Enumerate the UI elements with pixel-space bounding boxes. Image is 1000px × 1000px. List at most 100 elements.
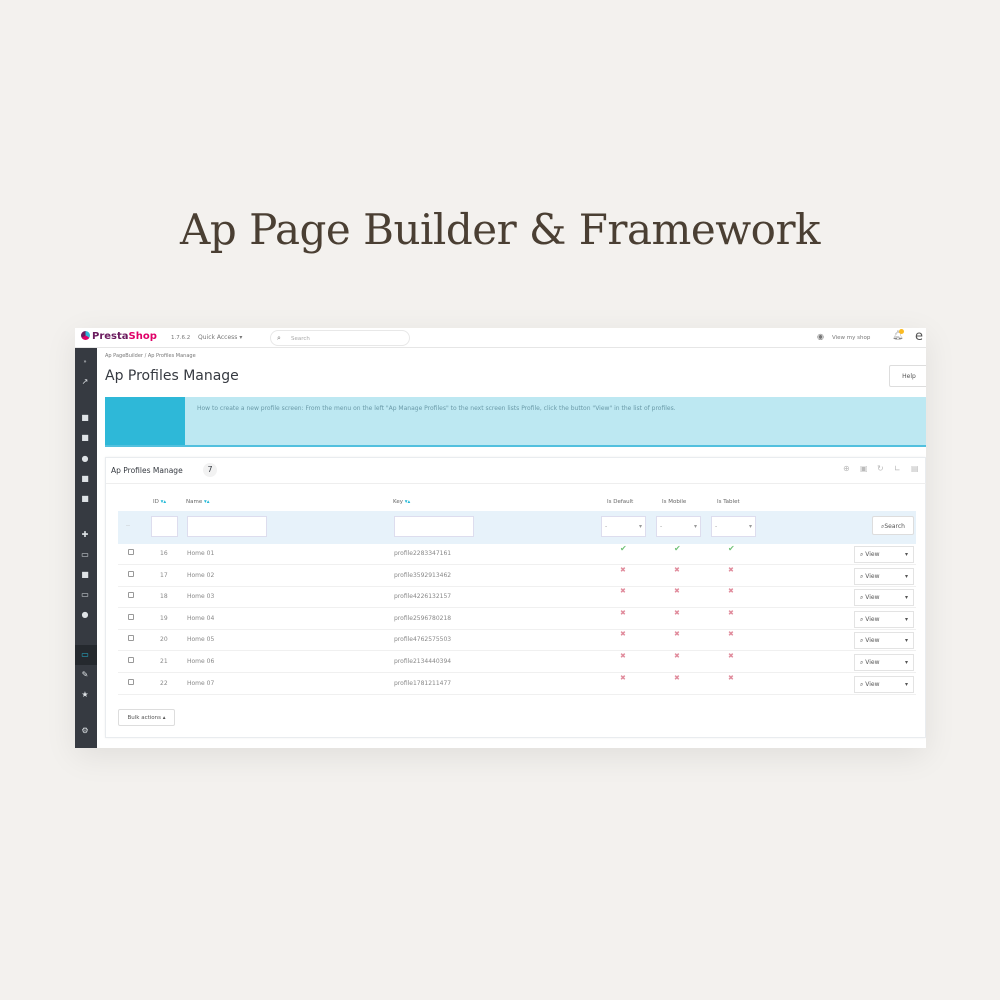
messages-icon[interactable]: ■ — [80, 475, 90, 483]
top-bar: PrestaShop 1.7.6.2 Quick Access ▾ ⌕ Searc… — [75, 328, 926, 348]
sql-icon[interactable]: ∟ — [894, 464, 901, 473]
chevron-down-icon[interactable]: ▾ — [905, 681, 908, 688]
payment-icon[interactable]: ▭ — [80, 591, 90, 599]
table-row: 18 Home 03 profile4226132157 ✖ ✖ ✖ ⌕ Vie… — [118, 587, 916, 609]
info-banner: How to create a new profile screen: From… — [105, 397, 926, 447]
filter-row: -- - ▾ - ▾ - ▾ ⌕Search — [118, 511, 916, 544]
check-icon: ✔ — [728, 544, 735, 553]
shipping-icon[interactable]: ■ — [80, 571, 90, 579]
view-button[interactable]: ⌕ View ▾ — [854, 654, 914, 671]
orders-icon[interactable]: ■ — [80, 414, 90, 422]
row-checkbox[interactable] — [128, 613, 134, 620]
row-name: Home 03 — [187, 593, 215, 601]
view-button[interactable]: ⌕ View ▾ — [854, 589, 914, 607]
info-icon-block — [105, 397, 185, 445]
collapse-icon[interactable]: » — [80, 358, 90, 366]
chevron-down-icon[interactable]: ▾ — [905, 594, 908, 601]
filter-name-input[interactable] — [187, 516, 267, 537]
row-id: 18 — [160, 593, 168, 601]
chevron-down-icon[interactable]: ▾ — [905, 551, 908, 558]
cross-icon: ✖ — [728, 565, 734, 574]
trash-icon[interactable]: ▤ — [911, 464, 919, 473]
international-icon[interactable]: ● — [80, 611, 90, 619]
refresh-icon[interactable]: ↻ — [877, 464, 884, 473]
chevron-down-icon[interactable]: ▾ — [905, 659, 908, 666]
quick-access-menu[interactable]: Quick Access ▾ — [198, 334, 242, 341]
employee-avatar[interactable]: e — [915, 329, 923, 344]
profiles-panel: Ap Profiles Manage 7 ⊕ ▣ ↻ ∟ ▤ ID ▾▴ Nam… — [105, 457, 926, 738]
row-checkbox[interactable] — [128, 592, 134, 599]
page-title: Ap Profiles Manage — [105, 368, 239, 384]
prestashop-logo[interactable]: PrestaShop — [81, 331, 157, 342]
row-key: profile4762575503 — [394, 636, 452, 644]
view-button[interactable]: ⌕ View ▾ — [854, 546, 914, 563]
cross-icon: ✖ — [674, 608, 680, 617]
panel-header: Ap Profiles Manage 7 ⊕ ▣ ↻ ∟ ▤ — [106, 458, 926, 484]
export-icon[interactable]: ▣ — [860, 464, 868, 473]
row-checkbox[interactable] — [128, 570, 134, 577]
sidebar: » ↗ ■ ■ ● ■ ■ ✚ ▭ ■ ▭ ● ▭ ✎ ★ ⚙ — [75, 348, 97, 748]
row-name: Home 02 — [187, 571, 215, 579]
filter-key-input[interactable] — [394, 516, 474, 537]
admin-screenshot: PrestaShop 1.7.6.2 Quick Access ▾ ⌕ Searc… — [75, 328, 926, 748]
view-button[interactable]: ⌕ View ▾ — [854, 567, 914, 585]
sidebar-item-active[interactable]: ▭ — [75, 645, 97, 665]
filter-id-input[interactable] — [151, 516, 178, 537]
table-row: 22 Home 07 profile1781211477 ✖ ✖ ✖ ⌕ Vie… — [118, 674, 916, 695]
row-key: profile4226132157 — [394, 593, 452, 601]
row-id: 16 — [160, 550, 168, 557]
search-input[interactable]: ⌕ Search — [270, 330, 410, 346]
filter-default-select[interactable]: - ▾ — [601, 516, 646, 537]
row-checkbox[interactable] — [128, 635, 134, 642]
cross-icon: ✖ — [728, 587, 734, 596]
view-button[interactable]: ⌕ View ▾ — [854, 675, 914, 693]
cross-icon: ✖ — [728, 673, 734, 682]
bulk-actions-button[interactable]: Bulk actions ▴ — [118, 709, 175, 726]
catalog-icon[interactable]: ■ — [80, 434, 90, 442]
row-name: Home 01 — [187, 550, 215, 557]
pencil-icon[interactable]: ✎ — [80, 671, 90, 679]
row-id: 19 — [160, 614, 168, 622]
cross-icon: ✖ — [620, 608, 626, 617]
customers-icon[interactable]: ● — [80, 455, 90, 463]
row-id: 22 — [160, 679, 168, 687]
search-icon: ⌕ — [277, 334, 281, 342]
row-key: profile1781211477 — [394, 679, 452, 687]
col-id[interactable]: ID ▾▴ — [153, 499, 166, 505]
search-button[interactable]: ⌕Search — [872, 516, 914, 535]
row-checkbox[interactable] — [128, 657, 134, 663]
cross-icon: ✖ — [620, 652, 626, 660]
row-key: profile3592913462 — [394, 571, 452, 579]
view-button[interactable]: ⌕ View ▾ — [854, 610, 914, 628]
main-content: Ap PageBuilder / Ap Profiles Manage Ap P… — [97, 348, 926, 748]
row-name: Home 06 — [187, 658, 215, 665]
col-default: Is Default — [607, 499, 634, 505]
cross-icon: ✖ — [674, 565, 680, 574]
chevron-down-icon[interactable]: ▾ — [905, 616, 908, 623]
view-shop-link[interactable]: View my shop — [832, 335, 870, 341]
design-icon[interactable]: ▭ — [80, 551, 90, 559]
row-key: profile2283347161 — [394, 550, 452, 557]
stats-icon[interactable]: ■ — [80, 495, 90, 503]
zoom-icon: ⌕ — [860, 637, 864, 645]
zoom-icon: ⌕ — [860, 680, 864, 688]
row-checkbox[interactable] — [128, 549, 134, 555]
dashboard-icon[interactable]: ↗ — [80, 378, 90, 386]
modules-icon[interactable]: ✚ — [80, 531, 90, 539]
row-name: Home 07 — [187, 679, 215, 687]
star-icon[interactable]: ★ — [80, 691, 90, 699]
gear-icon[interactable]: ⚙ — [80, 727, 90, 735]
row-checkbox[interactable] — [128, 678, 134, 685]
breadcrumb-parent[interactable]: Ap PageBuilder — [105, 353, 143, 359]
filter-tablet-select[interactable]: - ▾ — [711, 516, 756, 537]
add-icon[interactable]: ⊕ — [843, 464, 850, 473]
breadcrumb: Ap PageBuilder / Ap Profiles Manage — [105, 353, 196, 359]
col-key[interactable]: Key ▾▴ — [393, 499, 410, 505]
chevron-down-icon[interactable]: ▾ — [905, 637, 908, 644]
filter-mobile-select[interactable]: - ▾ — [656, 516, 701, 537]
col-name[interactable]: Name ▾▴ — [186, 499, 210, 505]
chevron-down-icon[interactable]: ▾ — [905, 573, 908, 580]
view-button[interactable]: ⌕ View ▾ — [854, 632, 914, 650]
table-row: 21 Home 06 profile2134440394 ✖ ✖ ✖ ⌕ Vie… — [118, 652, 916, 673]
help-button[interactable]: Help — [889, 365, 926, 387]
